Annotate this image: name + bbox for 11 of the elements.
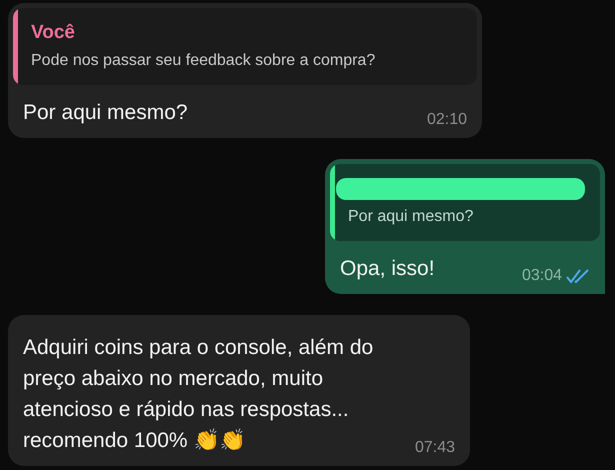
message-time: 02:10 — [426, 110, 467, 130]
message-text: Por aqui mesmo? — [23, 100, 188, 126]
message-text: Opa, isso! — [340, 256, 435, 282]
message-time: 07:43 — [414, 438, 455, 458]
message-text: Adquiri coins para o console, além do preço abaixo no mercado, muito atencioso e rápido nas respostas... recomendo 100% 👏👏 — [23, 335, 374, 454]
quote-text: Pode nos passar seu feedback sobre a compra? — [31, 51, 376, 71]
quoted-message[interactable]: Você Pode nos passar seu feedback sobre a compra? — [13, 8, 477, 85]
quote-author: Você — [31, 22, 76, 44]
quote-text: Por aqui mesmo? — [348, 207, 474, 227]
quoted-message[interactable]: Por aqui mesmo? — [330, 164, 600, 241]
message-time: 03:04 — [522, 266, 562, 286]
